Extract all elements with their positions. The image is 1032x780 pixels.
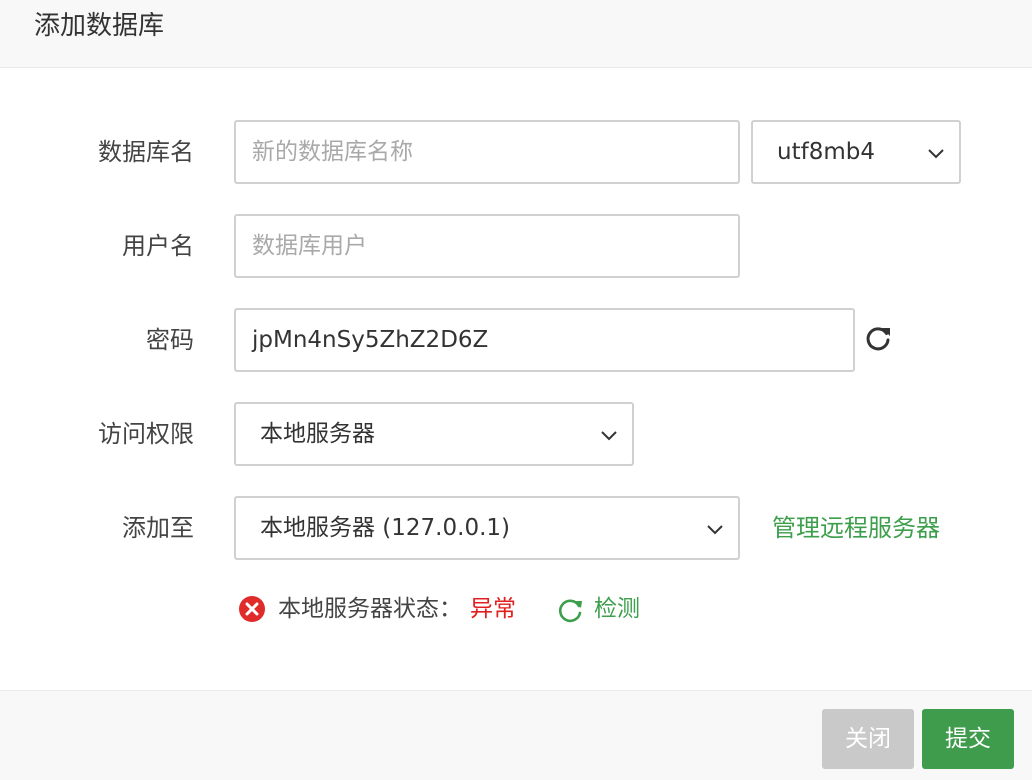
check-button[interactable]: 检测 <box>594 592 640 626</box>
dialog-header: 添加数据库 <box>0 0 1032 68</box>
submit-button[interactable]: 提交 <box>922 709 1014 769</box>
password-value: jpMn4nSy5ZhZ2D6Z <box>252 327 489 353</box>
add-to-value: 本地服务器 (127.0.0.1) <box>260 515 510 541</box>
access-value: 本地服务器 <box>260 421 375 447</box>
manage-remote-servers-link[interactable]: 管理远程服务器 <box>772 512 940 544</box>
dialog-footer: 关闭 提交 <box>0 690 1032 780</box>
username-input[interactable]: 数据库用户 <box>234 214 740 278</box>
chevron-down-icon <box>601 431 617 441</box>
refresh-check-icon[interactable] <box>556 596 584 624</box>
server-status-label: 本地服务器状态： <box>278 596 462 622</box>
username-label: 用户名 <box>122 232 194 260</box>
dialog-title: 添加数据库 <box>34 11 165 41</box>
password-label: 密码 <box>146 326 194 354</box>
username-placeholder: 数据库用户 <box>252 233 367 259</box>
chevron-down-icon <box>928 149 944 159</box>
error-icon <box>239 596 265 622</box>
server-status-value: 异常 <box>470 596 516 622</box>
add-to-select[interactable]: 本地服务器 (127.0.0.1) <box>234 496 740 560</box>
add-to-label: 添加至 <box>122 514 194 542</box>
charset-value: utf8mb4 <box>777 139 875 165</box>
access-select[interactable]: 本地服务器 <box>234 402 634 466</box>
access-label: 访问权限 <box>98 420 194 448</box>
close-button[interactable]: 关闭 <box>822 709 914 769</box>
refresh-icon[interactable] <box>864 324 892 352</box>
charset-select[interactable]: utf8mb4 <box>751 120 961 184</box>
db-name-label: 数据库名 <box>98 138 194 166</box>
chevron-down-icon <box>707 525 723 535</box>
password-input[interactable]: jpMn4nSy5ZhZ2D6Z <box>234 308 855 372</box>
db-name-input[interactable]: 新的数据库名称 <box>234 120 740 184</box>
db-name-placeholder: 新的数据库名称 <box>252 139 413 165</box>
